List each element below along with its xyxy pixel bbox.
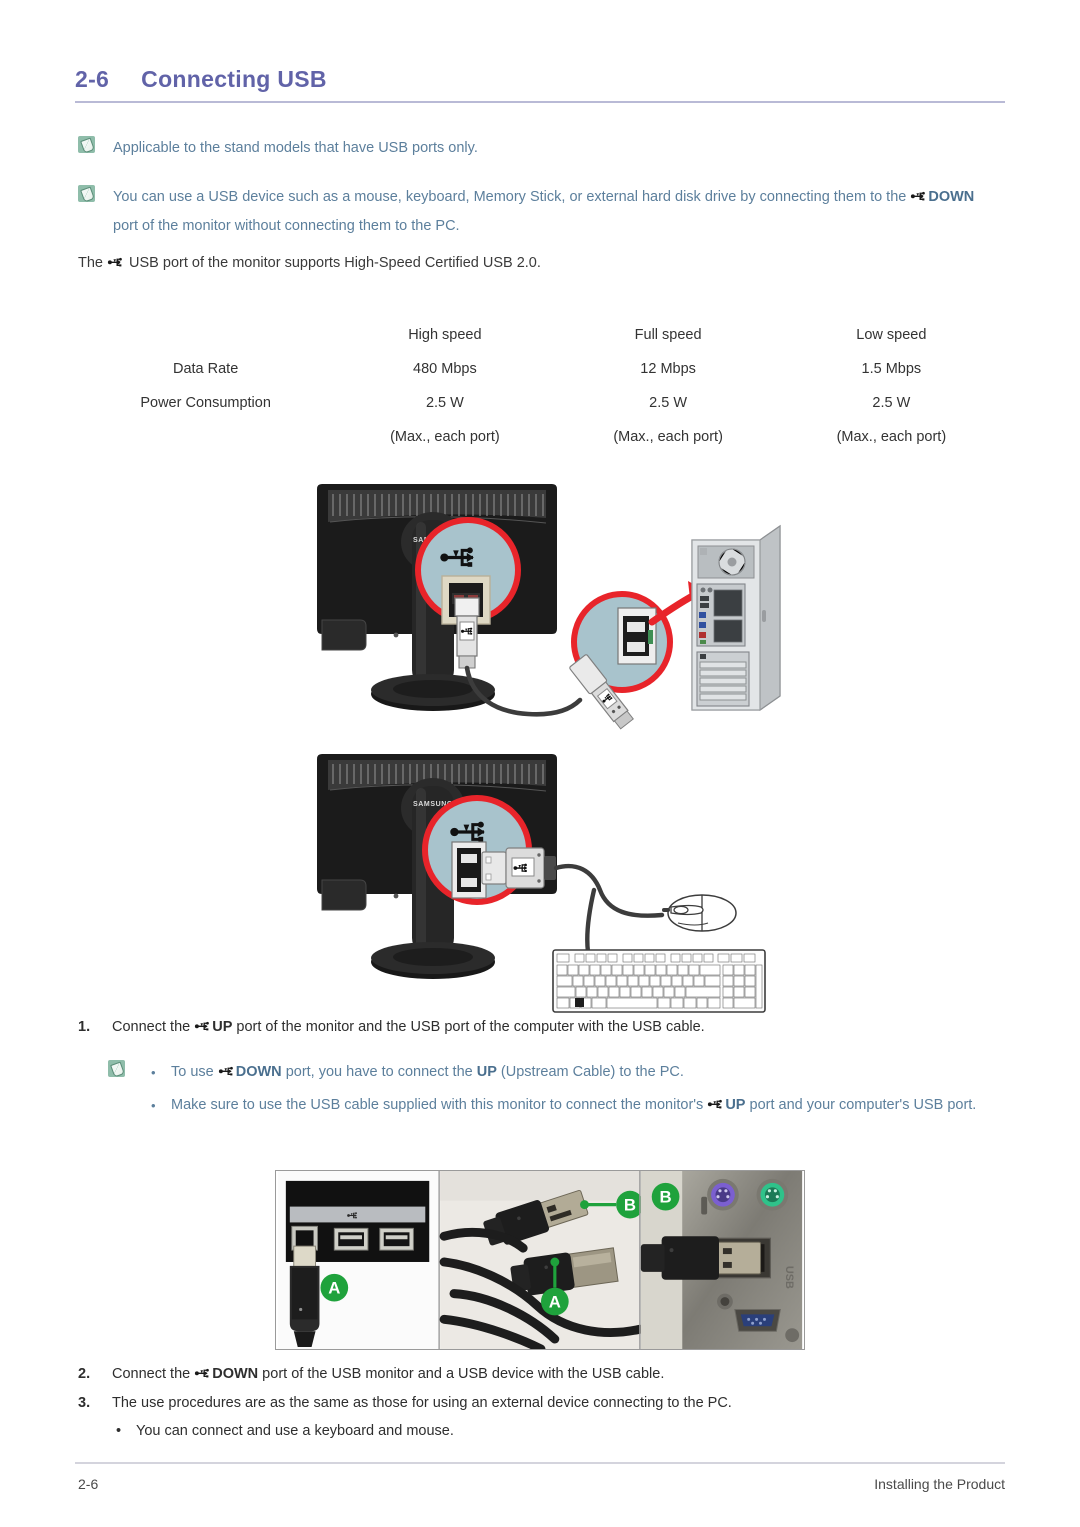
note-a-part3: (Upstream Cable) to the PC. xyxy=(496,1064,684,1080)
usb-spec-table: High speed Full speed Low speed Data Rat… xyxy=(78,318,1003,454)
step-2-text: Connect the DOWN port of the USB monitor… xyxy=(112,1363,664,1386)
step-2-number: 2. xyxy=(78,1366,91,1382)
step-3-number: 3. xyxy=(78,1395,91,1411)
table-row: (Max., each port) (Max., each port) (Max… xyxy=(78,420,1003,454)
note-a-part2: port, you have to connect the xyxy=(281,1064,477,1080)
footer-section-title: Installing the Product xyxy=(874,1476,1005,1492)
usb-connector-photos-svg: A B A USB B xyxy=(277,1171,803,1349)
step-1: 1. Connect the UP port of the monitor an… xyxy=(78,1016,1008,1039)
step-1-part1: Connect the xyxy=(112,1019,195,1035)
spec-cell: Low speed xyxy=(856,327,927,343)
spec-row-label: Data Rate xyxy=(172,361,239,377)
spec-cell: 2.5 W xyxy=(649,395,688,411)
note-applicable: Applicable to the stand models that have… xyxy=(78,134,998,163)
photo-marker-b: B xyxy=(624,1196,636,1215)
usb-port-label: USB xyxy=(783,1266,795,1289)
spec-cell: (Max., each port) xyxy=(390,429,500,445)
spec-row-label xyxy=(78,318,333,352)
step-2-part1: Connect the xyxy=(112,1366,195,1382)
note-icon xyxy=(78,185,95,202)
footer-page-number: 2-6 xyxy=(78,1476,99,1492)
figure-monitor-to-pc-svg: SAMSUNG xyxy=(317,484,781,730)
table-row: Data Rate 480 Mbps 12 Mbps 1.5 Mbps xyxy=(78,352,1003,386)
figure-monitor-to-devices: SAMSUNG xyxy=(300,740,800,1020)
intro-part1: The xyxy=(78,255,108,271)
document-page: 2-6 Connecting USB Applicable to the sta… xyxy=(0,0,1080,1527)
step-3-text: The use procedures are as the same as th… xyxy=(112,1395,732,1411)
spec-cell: (Max., each port) xyxy=(613,429,723,445)
spec-cell: 480 Mbps xyxy=(413,361,477,377)
step-3: 3. The use procedures are as the same as… xyxy=(78,1392,1008,1415)
spec-row-label: Power Consumption xyxy=(140,395,271,411)
spec-cell: 12 Mbps xyxy=(640,361,696,377)
note-applicable-text: Applicable to the stand models that have… xyxy=(113,140,478,156)
footer-divider xyxy=(75,1462,1005,1464)
step-2-down-label: DOWN xyxy=(212,1366,259,1382)
intro-line: The USB port of the monitor supports Hig… xyxy=(78,252,998,274)
photo-marker-b2: B xyxy=(660,1188,672,1207)
note-a-down-label: DOWN xyxy=(235,1064,282,1080)
page-heading: 2-6 Connecting USB xyxy=(75,66,327,93)
intro-part2: USB port of the monitor supports High-Sp… xyxy=(125,255,541,271)
spec-cell: (Max., each port) xyxy=(836,429,947,445)
figure-monitor-to-pc: SAMSUNG xyxy=(300,470,800,740)
note-usb-device-text: You can use a USB device such as a mouse… xyxy=(113,183,1003,241)
step-2-part2: port of the USB monitor and a USB device… xyxy=(258,1366,665,1382)
step-2: 2. Connect the DOWN port of the USB moni… xyxy=(78,1363,1008,1386)
step-3-bullet: You can connect and use a keyboard and m… xyxy=(108,1420,1008,1443)
note-a-up-label: UP xyxy=(476,1064,497,1080)
usb-icon xyxy=(910,190,928,203)
usb-icon xyxy=(194,1020,212,1033)
list-item: Make sure to use the USB cable supplied … xyxy=(143,1091,976,1120)
heading-divider xyxy=(75,101,1005,103)
usb-icon xyxy=(707,1098,725,1111)
note-usb-text-part1: You can use a USB device such as a mouse… xyxy=(113,189,911,205)
usb-connector-photos: A B A USB B xyxy=(275,1170,805,1350)
usb-icon xyxy=(107,256,125,269)
step-1-note-list: To use DOWN port, you have to connect th… xyxy=(143,1058,976,1124)
heading-number: 2-6 xyxy=(75,66,110,92)
spec-cell: Full speed xyxy=(634,327,702,343)
usb-icon xyxy=(218,1065,236,1078)
table-row: Power Consumption 2.5 W 2.5 W 2.5 W xyxy=(78,386,1003,420)
step-1-text: Connect the UP port of the monitor and t… xyxy=(112,1016,705,1039)
note-b-up-label: UP xyxy=(725,1097,746,1113)
spec-cell: 1.5 Mbps xyxy=(861,361,922,377)
step-1-number: 1. xyxy=(78,1019,91,1035)
step-1-part2: port of the monitor and the USB port of … xyxy=(232,1019,705,1035)
spec-row-label xyxy=(78,420,333,454)
note-a-part1: To use xyxy=(171,1064,218,1080)
figure-monitor-to-devices-svg: SAMSUNG xyxy=(317,754,766,1013)
spec-cell: 2.5 W xyxy=(872,395,911,411)
page-title: Connecting USB xyxy=(141,66,327,92)
note-usb-device: You can use a USB device such as a mouse… xyxy=(78,183,1003,241)
note-b-part1: Make sure to use the USB cable supplied … xyxy=(171,1097,708,1113)
table-row: High speed Full speed Low speed xyxy=(78,318,1003,352)
spec-cell: High speed xyxy=(408,327,482,343)
note-b-part2: port and your computer's USB port. xyxy=(745,1097,977,1113)
photo-marker-a2: A xyxy=(549,1292,561,1311)
note-usb-text-part2: port of the monitor without connecting t… xyxy=(113,218,460,234)
note-icon xyxy=(78,136,95,153)
photo-marker-a: A xyxy=(328,1279,340,1298)
step-1-up-label: UP xyxy=(212,1019,233,1035)
usb-icon xyxy=(194,1367,212,1380)
list-item: To use DOWN port, you have to connect th… xyxy=(143,1058,976,1087)
spec-cell: 2.5 W xyxy=(425,395,464,411)
note-icon xyxy=(108,1060,125,1077)
step-1-notes: To use DOWN port, you have to connect th… xyxy=(108,1058,1008,1124)
note-usb-down-label: DOWN xyxy=(928,189,975,205)
